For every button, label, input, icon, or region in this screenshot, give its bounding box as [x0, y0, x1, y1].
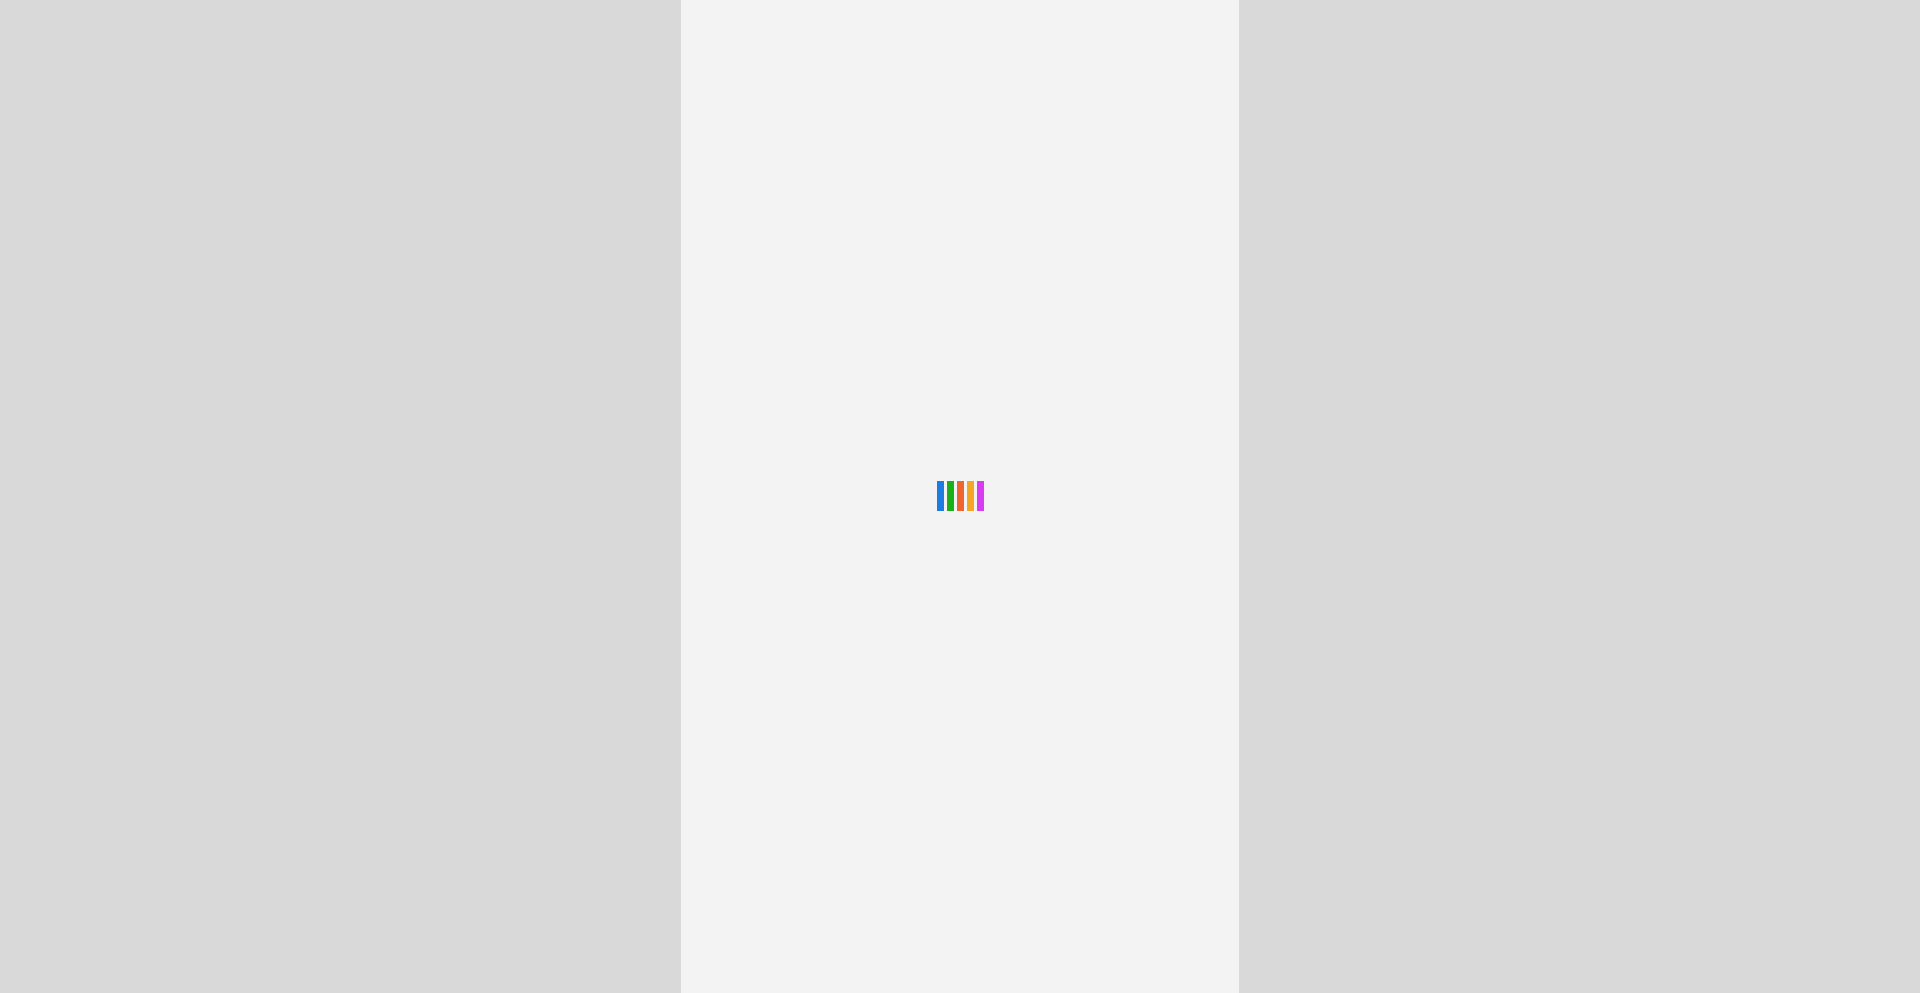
loading-bar-5 — [977, 481, 984, 511]
loading-bar-3 — [957, 481, 964, 511]
loading-indicator — [937, 481, 984, 511]
loading-bar-2 — [947, 481, 954, 511]
loading-bar-1 — [937, 481, 944, 511]
loading-bar-4 — [967, 481, 974, 511]
page-background — [0, 0, 1920, 993]
